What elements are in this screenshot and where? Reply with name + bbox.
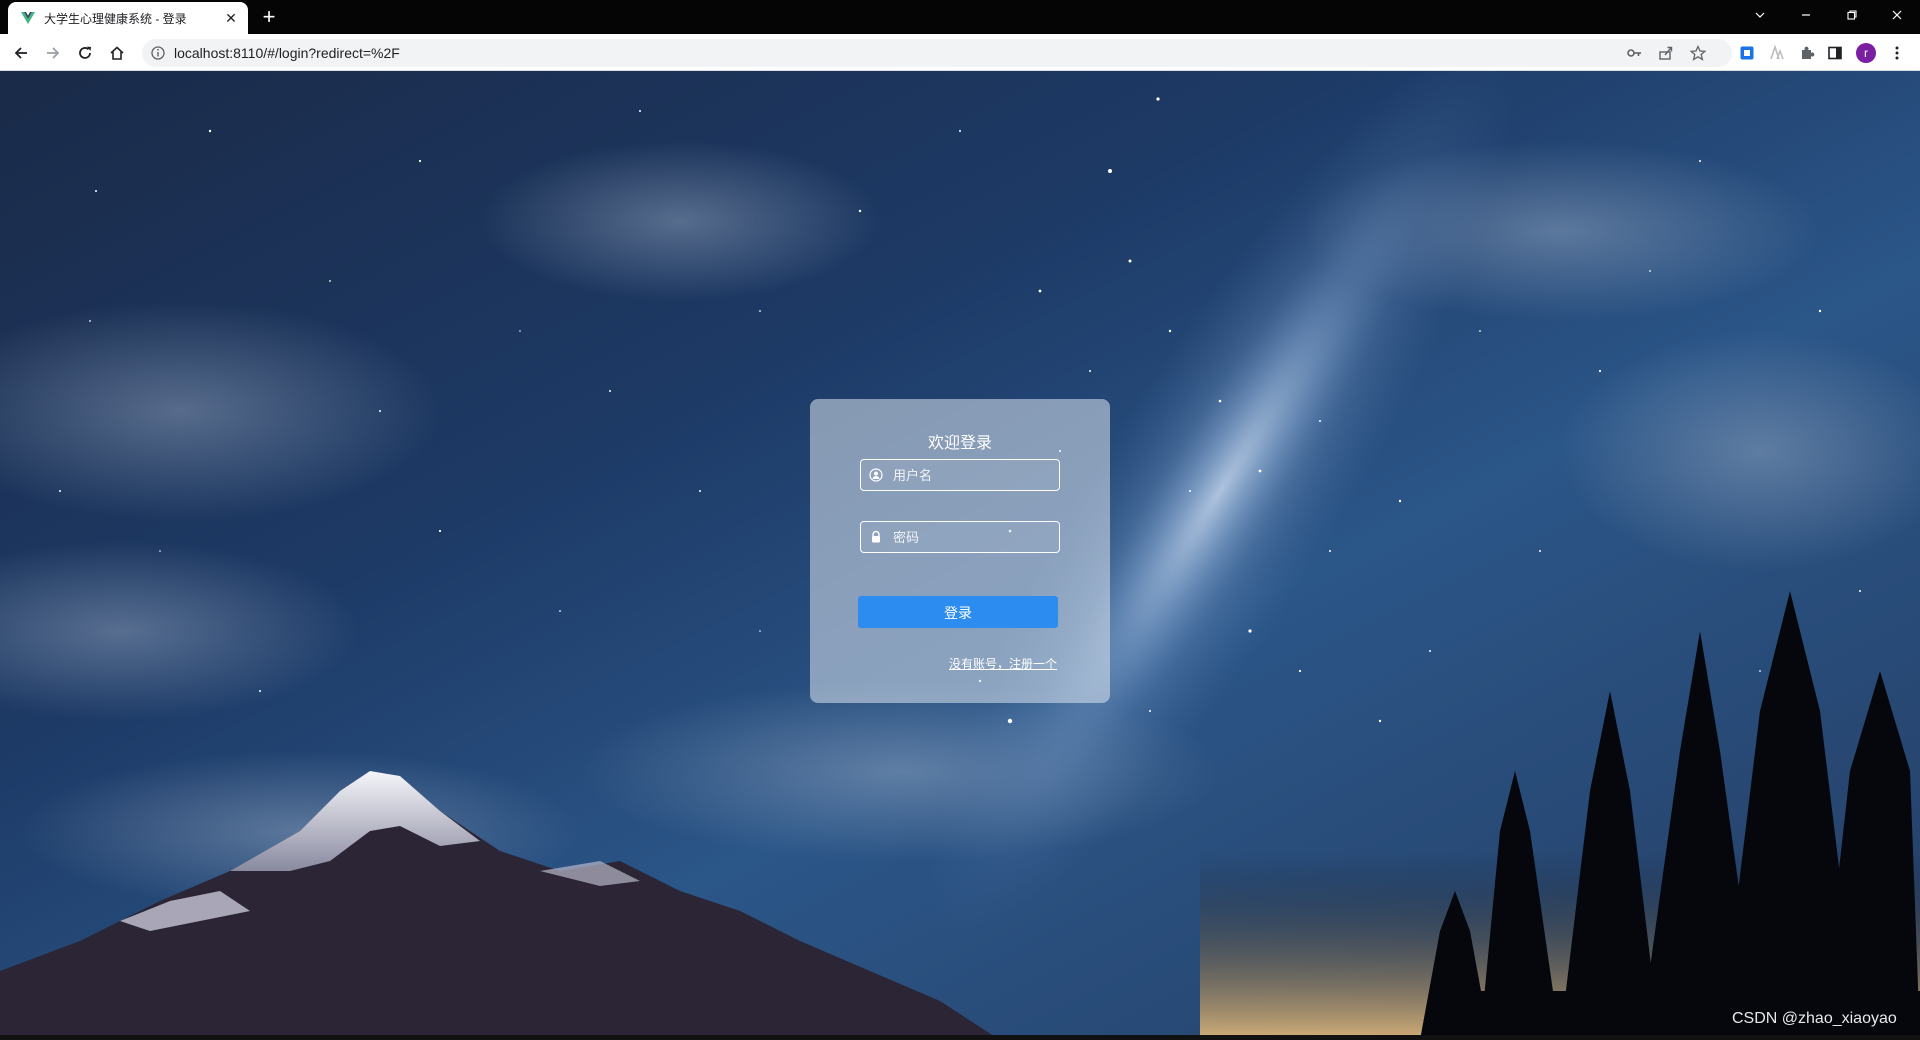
avatar[interactable]: r [1856,43,1876,63]
reload-icon[interactable] [72,40,98,66]
star-icon[interactable] [1688,43,1708,63]
extension-icon[interactable] [1734,40,1760,66]
site-info-icon[interactable] [148,43,168,63]
username-field[interactable] [860,459,1060,491]
browser-tab-strip: 大学生心理健康系统 - 登录 ✕ + [0,0,1920,34]
restore-button[interactable] [1829,0,1875,30]
share-icon[interactable] [1656,43,1676,63]
password-field[interactable] [860,521,1060,553]
watermark: CSDN @zhao_xiaoyao [1732,1010,1897,1027]
sidebar-icon[interactable] [1822,40,1848,66]
login-card: 欢迎登录 登录 没有账号，注册一个 [810,399,1110,703]
lock-icon [872,530,880,543]
kebab-menu-icon[interactable] [1884,40,1910,66]
register-link[interactable]: 没有账号，注册一个 [949,655,1057,672]
address-bar[interactable]: localhost:8110/#/login?redirect=%2F [142,39,1732,67]
close-window-button[interactable] [1874,0,1920,30]
browser-toolbar: localhost:8110/#/login?redirect=%2F r [0,34,1920,71]
browser-tab[interactable]: 大学生心理健康系统 - 登录 ✕ [8,2,248,34]
vue-icon [21,12,35,24]
page-viewport: 欢迎登录 登录 没有账号，注册一个 CSDN @zhao_xiaoyao [0,71,1920,1040]
user-icon [869,468,883,482]
tab-search-icon[interactable] [1737,0,1783,30]
login-button[interactable]: 登录 [858,596,1058,628]
home-icon[interactable] [104,40,130,66]
password-input[interactable] [891,522,1056,552]
puzzle-icon[interactable] [1794,40,1820,66]
username-input[interactable] [891,460,1056,490]
url-text[interactable]: localhost:8110/#/login?redirect=%2F [174,45,400,61]
tab-close-icon[interactable]: ✕ [222,9,240,27]
key-icon[interactable] [1624,43,1644,63]
new-tab-button[interactable]: + [256,5,282,31]
reader-extension-icon[interactable] [1764,40,1790,66]
tab-title: 大学生心理健康系统 - 登录 [44,11,187,26]
minimize-button[interactable] [1783,0,1829,30]
back-arrow-icon[interactable] [8,40,34,66]
login-title: 欢迎登录 [927,435,992,452]
forward-arrow-icon[interactable] [40,40,66,66]
